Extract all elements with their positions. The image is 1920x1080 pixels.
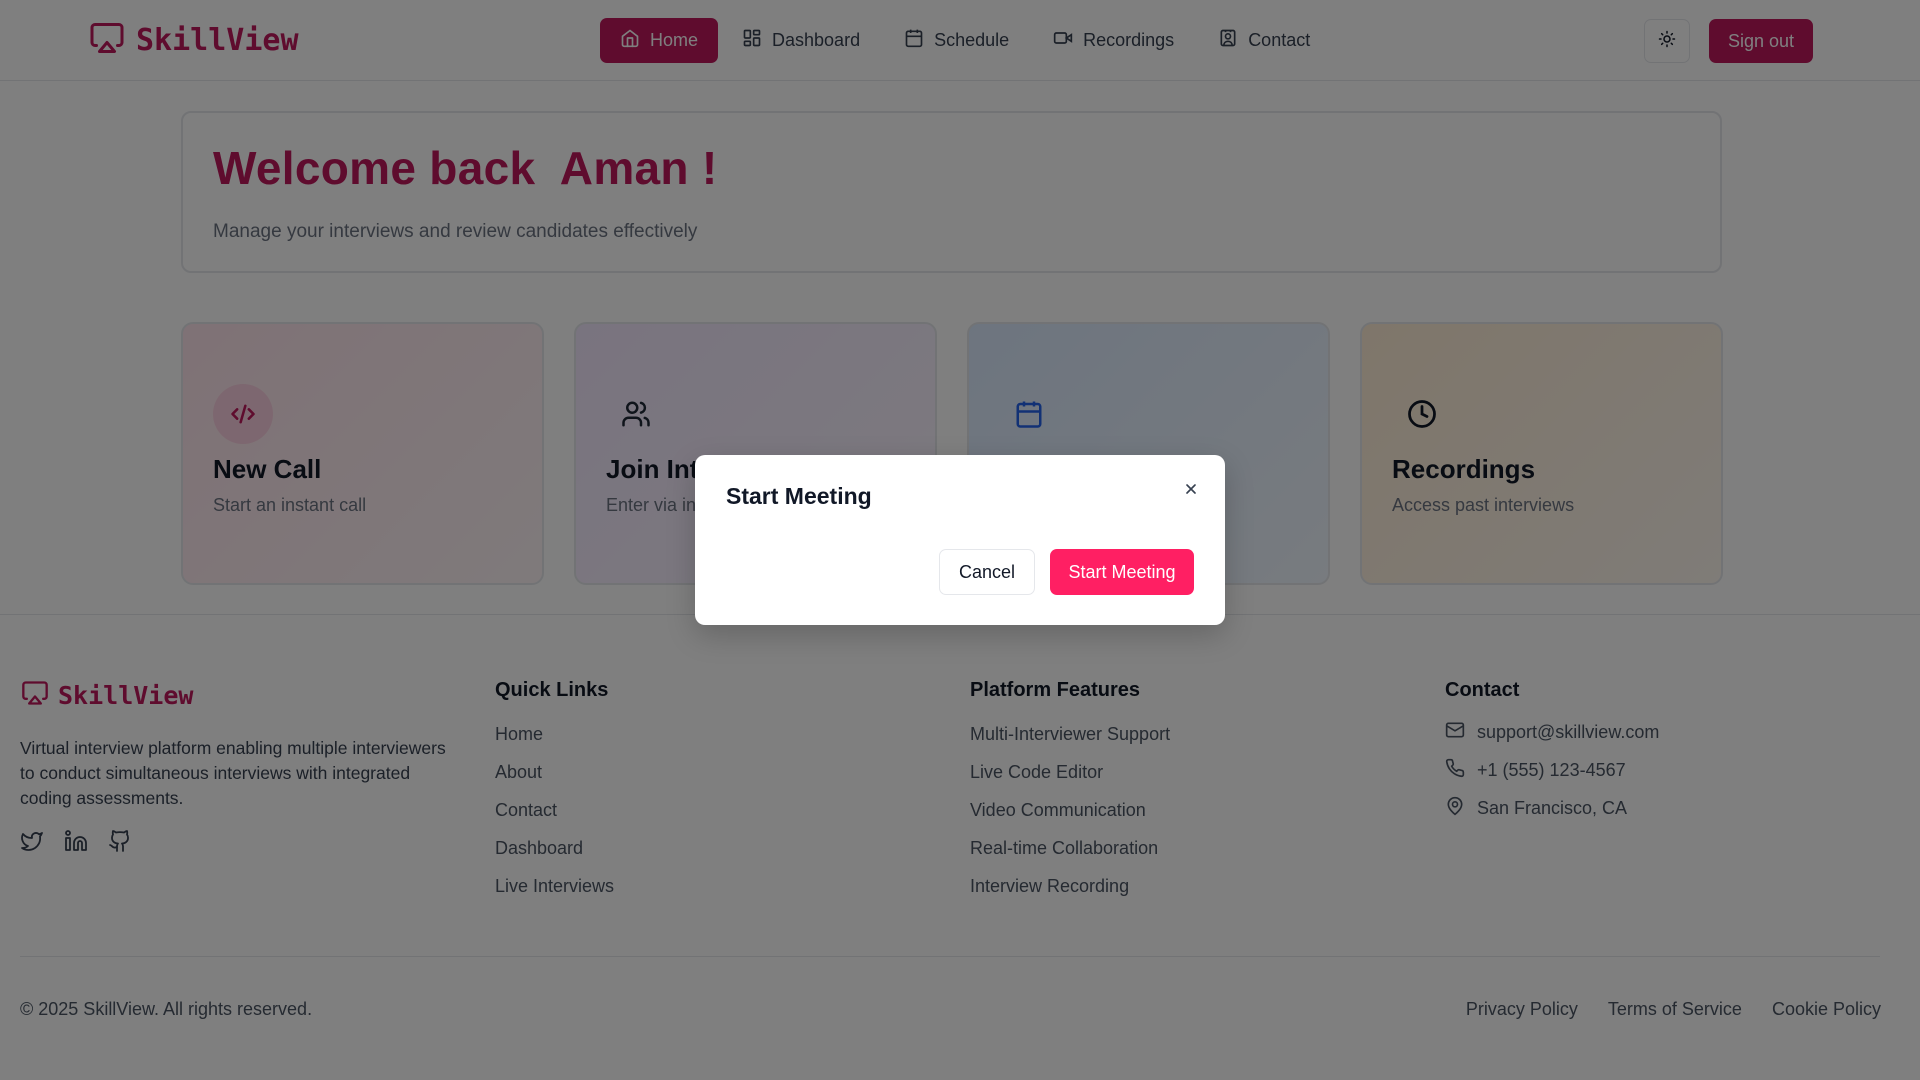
cancel-button[interactable]: Cancel <box>939 549 1035 595</box>
start-meeting-dialog: Start Meeting Cancel Start Meeting <box>695 455 1225 625</box>
dialog-title: Start Meeting <box>726 483 872 509</box>
dialog-actions: Cancel Start Meeting <box>939 549 1194 595</box>
close-icon[interactable] <box>1179 477 1203 501</box>
start-meeting-button[interactable]: Start Meeting <box>1050 549 1194 595</box>
